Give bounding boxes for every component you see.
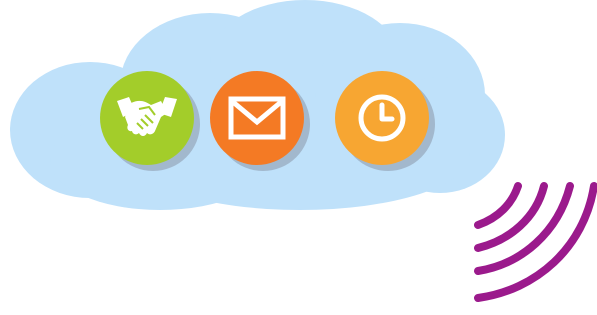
mail-button[interactable] (210, 71, 304, 165)
illustration (0, 0, 597, 315)
signal-waves-icon (474, 182, 597, 302)
mail-icon (228, 96, 286, 140)
handshake-icon (117, 97, 177, 136)
clock-button[interactable] (335, 71, 429, 165)
handshake-button[interactable] (100, 71, 194, 165)
clock-icon (358, 94, 406, 142)
